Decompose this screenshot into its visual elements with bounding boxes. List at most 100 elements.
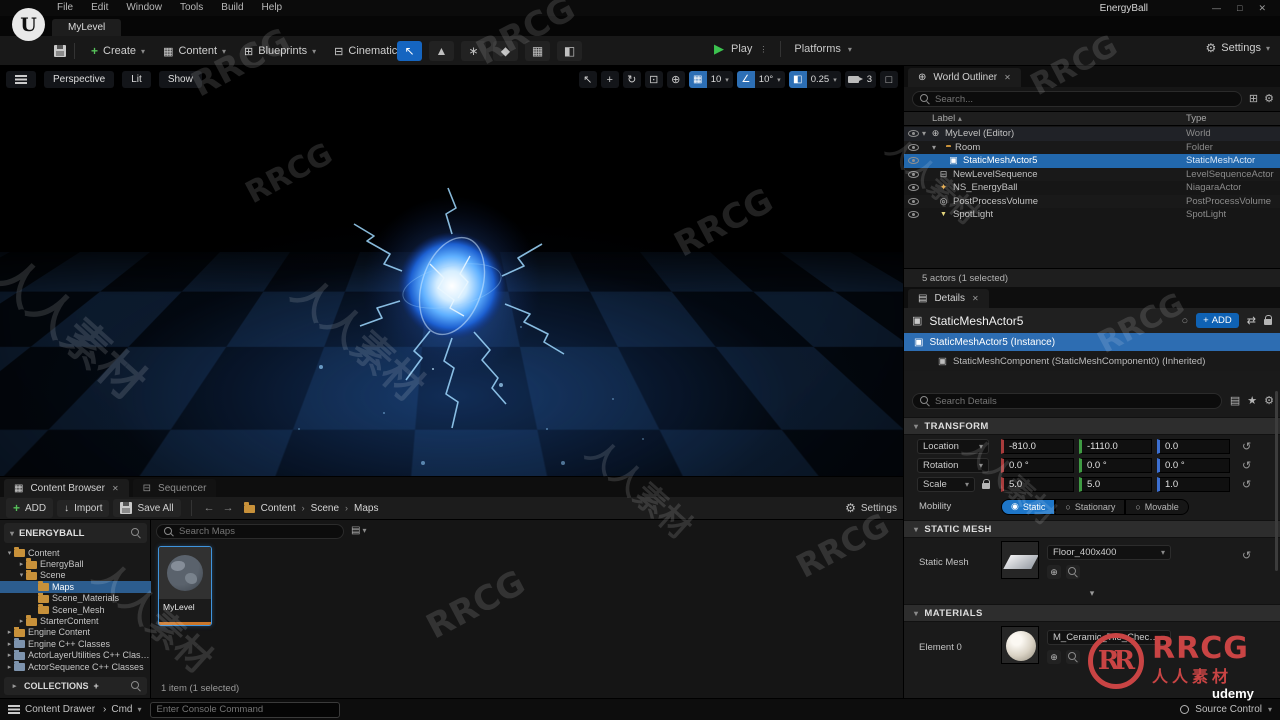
blueprints-button[interactable]: ⊞ Blueprints ▾ (236, 41, 324, 62)
menu-file[interactable]: File (48, 0, 82, 16)
show-button[interactable]: Show (158, 71, 202, 88)
favorites-icon[interactable]: ★ (1247, 394, 1257, 407)
tree-item-scene[interactable]: ▾ Scene (0, 569, 151, 581)
import-button[interactable]: ↓ Import (57, 499, 110, 517)
menu-tools[interactable]: Tools (171, 0, 212, 16)
outliner-row-ns-energyball[interactable]: ✦ NS_EnergyBall NiagaraActor (904, 181, 1280, 195)
tree-item-actorsequence[interactable]: ▸ ActorSequence C++ Classes (0, 660, 151, 672)
visibility-eye-icon[interactable] (908, 170, 919, 178)
tree-item-engine-content[interactable]: ▸ Engine Content (0, 626, 151, 638)
scale-snap-control[interactable]: ◧ 0.25 ▾ (788, 71, 841, 88)
tree-item-energyball[interactable]: ▸ EnergyBall (0, 558, 151, 569)
rotation-dropdown[interactable]: Rotation ▾ (917, 458, 989, 473)
rotation-x-field[interactable]: 0.0 ° (1001, 458, 1074, 473)
tab-mylevel[interactable]: MyLevel (52, 19, 122, 36)
instance-row[interactable]: ▣ StaticMeshActor5 (Instance) (904, 333, 1280, 351)
outliner-row-room[interactable]: ▾ Room Folder (904, 140, 1280, 154)
cmd-selector[interactable]: › Cmd ▾ (103, 704, 141, 715)
menu-help[interactable]: Help (253, 0, 292, 16)
tree-item-content[interactable]: ▾ Content (0, 547, 151, 558)
tree-item-scene-mesh[interactable]: Scene_Mesh (0, 603, 151, 615)
select-mode-icon[interactable]: ↖ (397, 41, 422, 61)
perspective-button[interactable]: Perspective (44, 71, 115, 88)
close-icon[interactable]: ✕ (1258, 3, 1266, 14)
outliner-search[interactable] (912, 91, 1242, 107)
mobility-static-button[interactable]: ◉ Static (1001, 498, 1056, 515)
browse-to-asset-icon[interactable] (1066, 565, 1080, 579)
world-space-icon[interactable]: ⊕ (666, 71, 685, 88)
reset-staticmesh-icon[interactable]: ↺ (1242, 549, 1251, 562)
save-all-button[interactable]: Save All (113, 499, 181, 517)
console-input[interactable] (156, 704, 333, 715)
outliner-search-input[interactable] (935, 93, 1234, 105)
source-control-button[interactable]: Source Control ▾ (1180, 704, 1272, 715)
collections-bar[interactable]: ▸ COLLECTIONS + (4, 677, 147, 695)
tab-content-browser[interactable]: ▦ Content Browser ✕ (4, 479, 129, 498)
mobility-stationary-button[interactable]: ○ Stationary (1055, 498, 1126, 515)
search-icon[interactable] (131, 681, 141, 691)
scale-z-field[interactable]: 1.0 (1157, 477, 1230, 492)
fracture-mode-icon[interactable]: ▦ (525, 41, 550, 61)
location-dropdown[interactable]: Location ▾ (917, 439, 989, 454)
asset-view[interactable]: ▤▾ MyLevel 1 item (1 selected) (151, 520, 903, 699)
unreal-logo[interactable]: U (12, 8, 45, 41)
tree-item-startercontent[interactable]: ▸ StarterContent (0, 615, 151, 626)
transform-section-header[interactable]: ▾ TRANSFORM (904, 417, 1280, 435)
material-thumbnail[interactable] (1001, 626, 1039, 664)
display-filter-icon[interactable]: ▤ (1230, 394, 1240, 407)
visibility-eye-icon[interactable] (908, 143, 919, 151)
grid-snap-control[interactable]: ▦ 10 ▾ (688, 71, 733, 88)
visibility-eye-icon[interactable] (908, 157, 919, 165)
scale-tool-icon[interactable]: ⊡ (644, 71, 663, 88)
create-button[interactable]: + Create ▾ (83, 40, 153, 62)
add-asset-button[interactable]: + ADD (6, 498, 54, 518)
use-selected-icon[interactable]: ⊕ (1047, 650, 1061, 664)
crumb-scene[interactable]: Scene (311, 503, 339, 514)
outliner-row-spotlight[interactable]: ▼ SpotLight SpotLight (904, 208, 1280, 222)
component-row[interactable]: ▣ StaticMeshComponent (StaticMeshCompone… (904, 351, 1280, 371)
close-icon[interactable]: ✕ (112, 484, 119, 493)
use-selected-icon[interactable]: ⊕ (1047, 565, 1061, 579)
location-x-field[interactable]: -810.0 (1001, 439, 1074, 454)
details-scrollbar[interactable] (1275, 391, 1278, 571)
save-icon[interactable] (54, 45, 66, 57)
tree-item-scene-materials[interactable]: Scene_Materials (0, 592, 151, 604)
asset-search[interactable] (156, 524, 344, 539)
asset-mylevel[interactable]: MyLevel (158, 546, 212, 626)
back-icon[interactable]: ← (202, 502, 217, 514)
select-tool-icon[interactable]: ↖ (578, 71, 597, 88)
lit-button[interactable]: Lit (122, 71, 151, 88)
material-asset-dropdown[interactable]: M_Ceramic_Tile_Checker ▾ (1047, 630, 1171, 645)
materials-section-header[interactable]: ▾ MATERIALS (904, 604, 1280, 622)
play-icon[interactable]: ▶ (714, 41, 724, 57)
tab-sequencer[interactable]: ⊟ Sequencer (132, 479, 217, 498)
play-label[interactable]: Play (731, 43, 752, 55)
crumb-maps[interactable]: Maps (354, 503, 378, 514)
level-viewport[interactable]: Perspective Lit Show ↖ + ↻ ⊡ ⊕ ▦ 10 ▾ ∠ … (0, 66, 903, 476)
platforms-button[interactable]: Platforms (794, 43, 840, 55)
content-button[interactable]: ▦ Content ▾ (155, 41, 234, 62)
visibility-eye-icon[interactable] (908, 211, 919, 219)
play-options-icon[interactable]: ⋮ (759, 45, 767, 54)
menu-window[interactable]: Window (117, 0, 171, 16)
advanced-expander[interactable]: ▾ (904, 588, 1280, 599)
column-type[interactable]: Type (1186, 113, 1207, 124)
outliner-row-newlevelsequence[interactable]: ⊟ NewLevelSequence LevelSequenceActor (904, 167, 1280, 181)
add-collection-icon[interactable]: + (94, 681, 99, 691)
tree-item-actorlayerutilities[interactable]: ▸ ActorLayerUtilities C++ Classes (0, 649, 151, 661)
maximize-icon[interactable]: □ (1237, 3, 1242, 13)
cb-settings-button[interactable]: ⚙ Settings (845, 501, 897, 515)
staticmesh-section-header[interactable]: ▾ STATIC MESH (904, 520, 1280, 538)
reset-rotation-icon[interactable]: ↺ (1242, 459, 1251, 472)
landscape-mode-icon[interactable]: ▲ (429, 41, 454, 61)
camera-speed-control[interactable]: 3 (844, 71, 876, 88)
outliner-row-staticmeshactor5[interactable]: ▣ StaticMeshActor5 StaticMeshActor (904, 154, 1280, 168)
outliner-row-postprocessvolume[interactable]: ◎ PostProcessVolume PostProcessVolume (904, 194, 1280, 208)
sources-header[interactable]: ▾ ENERGYBALL (4, 523, 147, 543)
mobility-movable-button[interactable]: ○ Movable (1125, 498, 1189, 515)
brush-mode-icon[interactable]: ◧ (557, 41, 582, 61)
rotation-snap-control[interactable]: ∠ 10° ▾ (736, 71, 785, 88)
add-component-button[interactable]: + ADD (1196, 313, 1239, 328)
swap-icon[interactable]: ⇄ (1247, 314, 1256, 327)
crumb-content[interactable]: Content (261, 503, 296, 514)
